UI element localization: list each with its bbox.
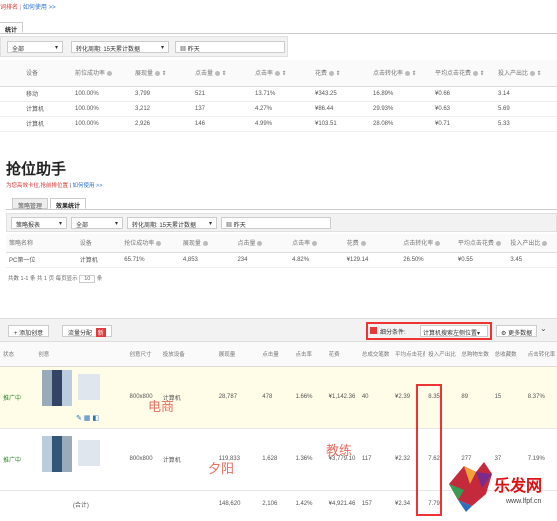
logo-url: www.lfpf.cn: [506, 498, 542, 505]
creative-thumbnail[interactable]: [42, 370, 72, 406]
calendar-icon: ▦: [226, 223, 233, 229]
watermark-text: 教练: [326, 444, 353, 459]
creative-section: + 添加创意 流量分配 新 细分条件: 计算机搜索左侧位置▾ ⚙ 更多数据 ⌄ …: [0, 318, 557, 521]
add-creative-button[interactable]: + 添加创意: [8, 325, 50, 337]
period-select[interactable]: 转化周期: 15天累计数据 ▾: [71, 41, 169, 53]
segment-filter: 细分条件: 计算机搜索左侧位置▾: [366, 322, 492, 340]
scope-select[interactable]: 全部 ▾: [71, 217, 123, 229]
table-header: 设备 前位成功率 展现量 ⇕ 点击量 ⇕ 点击率 ⇕ 花费 ⇕ 点击转化率 ⇕ …: [0, 60, 557, 86]
tab-strategy-manage[interactable]: 策略管理: [12, 198, 49, 210]
top-section: 词排名 | 如何使用 >> 统计 全部 ▾ 转化周期: 15天累计数据 ▾ ▦ 昨天…: [0, 0, 557, 140]
table-row: PC第一位 计算机 65.71% 4,853 234 4.82% ¥129.14 26.50%…: [6, 252, 557, 267]
creative-title-blur: [78, 374, 100, 400]
report-select[interactable]: 策略报表 ▾: [11, 217, 67, 229]
more-data-button[interactable]: ⚙ 更多数据: [496, 325, 538, 337]
new-badge: 新: [95, 328, 106, 337]
how-to-use-link[interactable]: 如何使用 >>: [73, 183, 103, 189]
edit-icon[interactable]: ✎ ▦ ◧: [76, 414, 99, 422]
creative-thumbnail[interactable]: [42, 436, 72, 472]
chevron-down-icon[interactable]: ⌄: [540, 324, 547, 333]
strategy-table: 策略名称 设备 抢位成功率 展现量 点击量 点击率 花费 点击转化率 平均点击花费…: [6, 234, 557, 268]
table-header: 策略名称 设备 抢位成功率 展现量 点击量 点击率 花费 点击转化率 平均点击花费…: [6, 234, 557, 252]
site-logo: 乐发网 www.lfpf.cn: [444, 450, 557, 521]
tab-bar: 策略管理 效果统计: [6, 194, 557, 210]
table-row: 移动 100.00% 3,799 521 13.71% ¥343.25 16.89% ¥0.6…: [0, 86, 557, 101]
filter-bar: 全部 ▾ 转化周期: 15天累计数据 ▾ ▦ 昨天: [0, 36, 288, 57]
status-badge: 推广中: [3, 457, 22, 464]
table-row: 计算机 100.00% 3,212 137 4.27% ¥86.44 29.93% ¥0.63…: [0, 101, 557, 116]
subtitle: 为您高效卡位,抢前排位置 | 如何使用 >>: [6, 183, 103, 189]
pagination: 共数 1-1 条 共 1 页 每页显示 10 条: [8, 275, 103, 283]
creative-title-blur: [78, 440, 100, 466]
segment-select[interactable]: 计算机搜索左侧位置▾: [420, 325, 488, 337]
tab-bar: 统计: [0, 14, 557, 34]
tab-effect-stats[interactable]: 效果统计: [50, 198, 87, 210]
segment-icon: [370, 327, 377, 334]
page-title: 抢位助手: [6, 161, 67, 178]
breadcrumb-current: 词排名: [0, 5, 19, 11]
page-size-select[interactable]: 10: [79, 275, 96, 283]
top-table: 设备 前位成功率 展现量 ⇕ 点击量 ⇕ 点击率 ⇕ 花费 ⇕ 点击转化率 ⇕ …: [0, 60, 557, 132]
flow-allocation-button[interactable]: 流量分配 新: [62, 325, 112, 337]
watermark-text: 电商: [148, 400, 175, 415]
logo-text: 乐发网: [494, 476, 543, 495]
status-badge: 推广中: [3, 395, 22, 402]
roi-highlight: [416, 384, 442, 516]
table-header: 状态 创意 创意尺寸 投放设备 展现量 点击量 点击率 花费 总成交笔数 平均点击花费 投入产出比总…: [0, 342, 557, 366]
filter-bar: 策略报表 ▾ 全部 ▾ 转化周期: 15天累计数据 ▾ ▦ 昨天: [6, 213, 557, 232]
breadcrumb: 词排名 | 如何使用 >>: [0, 5, 56, 11]
scope-select[interactable]: 全部 ▾: [7, 41, 63, 53]
gear-icon: ⚙: [501, 331, 507, 337]
rank-helper-section: 抢位助手 为您高效卡位,抢前排位置 | 如何使用 >> 策略管理 效果统计 策略…: [0, 154, 557, 294]
date-select[interactable]: ▦ 昨天: [175, 41, 285, 53]
date-select[interactable]: ▦ 昨天: [221, 217, 331, 229]
table-row: 计算机 100.00% 2,926 146 4.99% ¥103.51 28.08% ¥0.7…: [0, 116, 557, 131]
calendar-icon: ▦: [180, 47, 187, 53]
creative-toolbar: + 添加创意 流量分配 新 细分条件: 计算机搜索左侧位置▾ ⚙ 更多数据 ⌄: [0, 318, 557, 342]
tab-stats[interactable]: 统计: [0, 22, 24, 34]
segment-label: 细分条件:: [380, 330, 406, 336]
how-to-use-link[interactable]: 如何使用 >>: [23, 5, 56, 11]
period-select[interactable]: 转化周期: 15天累计数据 ▾: [127, 217, 217, 229]
watermark-text: 夕阳: [208, 462, 235, 477]
